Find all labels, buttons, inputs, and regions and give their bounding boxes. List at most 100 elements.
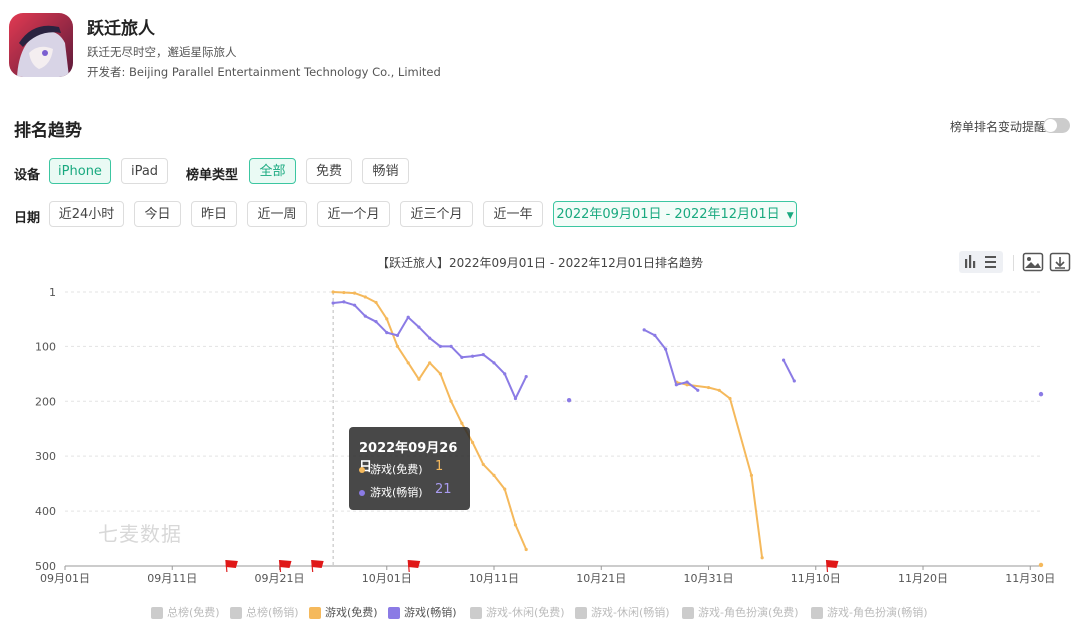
caret-down-icon: ▼	[786, 211, 794, 221]
device-label: 设备	[14, 168, 41, 183]
event-flag	[825, 559, 839, 573]
legend-item[interactable]: 游戏(免费)	[309, 604, 378, 620]
legend-label: 游戏(免费)	[325, 606, 378, 619]
tooltip-series-name: 游戏(畅销)	[370, 486, 423, 499]
legend-item[interactable]: 总榜(畅销)	[230, 604, 299, 620]
data-point	[696, 388, 700, 392]
data-point	[363, 314, 367, 318]
data-point	[417, 377, 421, 381]
data-point	[492, 473, 496, 477]
data-point	[342, 290, 346, 295]
data-point	[331, 301, 335, 305]
chart-type-all-button[interactable]: 全部	[249, 158, 296, 184]
chart-title: 【跃迁旅人】2022年09月01日 - 2022年12月01日排名趋势	[376, 256, 704, 270]
device-iphone-button[interactable]: iPhone	[49, 158, 111, 184]
data-point	[470, 354, 475, 358]
data-point	[352, 291, 357, 295]
legend-swatch	[151, 607, 163, 619]
x-tick-label: 10月21日	[576, 572, 626, 585]
x-tick-label: 11月20日	[898, 572, 948, 585]
date-month-button[interactable]: 近一个月	[317, 201, 390, 227]
data-point	[492, 361, 496, 365]
data-point	[760, 556, 764, 560]
data-point	[503, 487, 507, 491]
chart-type-label: 榜单类型	[186, 168, 239, 183]
app-icon	[9, 13, 73, 77]
flag-icon	[826, 560, 839, 568]
device-ipad-button[interactable]: iPad	[121, 158, 168, 184]
x-tick-label: 11月10日	[791, 572, 841, 585]
legend-item[interactable]: 总榜(免费)	[151, 604, 220, 620]
data-point	[438, 372, 442, 376]
chart-tooltip: 2022年09月26日 游戏(免费) 1 游戏(畅销) 21	[349, 427, 470, 510]
legend-item[interactable]: 游戏(畅销)	[388, 604, 457, 620]
tooltip-row-free: 游戏(免费)	[359, 461, 423, 477]
date-3month-button[interactable]: 近三个月	[400, 201, 473, 227]
data-point	[460, 355, 464, 359]
legend-label: 游戏-角色扮演(免费)	[698, 606, 799, 619]
x-tick-label: 09月01日	[40, 572, 90, 585]
date-week-button[interactable]: 近一周	[247, 201, 307, 227]
flag-icon	[408, 560, 421, 568]
data-point	[352, 303, 357, 307]
legend-item[interactable]: 游戏-休闲(畅销)	[575, 604, 670, 620]
data-point	[374, 300, 378, 305]
y-tick-label: 400	[35, 505, 56, 518]
data-point	[395, 333, 400, 337]
data-point	[331, 290, 335, 294]
y-tick-label: 300	[35, 450, 56, 463]
date-today-button[interactable]: 今日	[134, 201, 181, 227]
event-flag	[311, 559, 324, 573]
date-range-picker[interactable]: 2022年09月01日 - 2022年12月01日 ▼	[553, 201, 797, 227]
legend-item[interactable]: 游戏-角色扮演(免费)	[682, 604, 799, 620]
data-point	[524, 374, 528, 379]
legend-item[interactable]: 游戏-角色扮演(畅销)	[811, 604, 928, 620]
legend-swatch	[682, 607, 694, 619]
flag-icon	[311, 560, 324, 568]
legend-swatch	[309, 607, 321, 619]
data-point	[792, 379, 796, 383]
bar-chart-icon[interactable]	[965, 255, 976, 268]
rank-alert-toggle[interactable]	[1043, 118, 1070, 133]
data-point	[417, 325, 421, 329]
tooltip-value-grossing: 21	[435, 482, 452, 497]
legend-item[interactable]: 游戏-休闲(免费)	[470, 604, 565, 620]
x-tick-label: 09月21日	[255, 572, 305, 585]
chart-type-grossing-button[interactable]: 畅销	[362, 158, 409, 184]
tooltip-value-free: 1	[435, 459, 444, 474]
series-line	[643, 329, 699, 392]
data-point	[449, 344, 453, 348]
app-name: 跃迁旅人	[87, 19, 155, 39]
legend-swatch	[470, 607, 482, 619]
legend-label: 总榜(免费)	[167, 606, 220, 619]
data-point	[674, 383, 678, 387]
data-point	[566, 397, 572, 403]
data-point	[406, 315, 410, 319]
date-year-button[interactable]: 近一年	[483, 201, 543, 227]
date-yesterday-button[interactable]: 昨日	[191, 201, 237, 227]
data-point	[685, 380, 689, 384]
tooltip-dot	[359, 467, 365, 473]
legend-swatch	[811, 607, 823, 619]
legend-swatch	[575, 607, 587, 619]
data-point	[460, 421, 464, 425]
section-title: 排名趋势	[14, 121, 82, 141]
chart-type-free-button[interactable]: 免费	[306, 158, 352, 184]
tooltip-dot	[359, 490, 365, 496]
data-point	[706, 385, 711, 390]
date-24h-button[interactable]: 近24小时	[49, 201, 124, 227]
data-point	[438, 344, 442, 348]
flag-icon	[279, 560, 292, 568]
data-point	[449, 399, 453, 403]
app-developer: 开发者: Beijing Parallel Entertainment Tech…	[87, 65, 441, 79]
data-point	[428, 336, 432, 340]
data-point	[664, 347, 668, 351]
flag-icon	[225, 560, 238, 568]
toolbar-divider	[1013, 255, 1014, 271]
data-point	[470, 440, 475, 445]
data-point	[1038, 562, 1044, 568]
legend-swatch	[388, 607, 400, 619]
data-point	[428, 361, 432, 365]
list-icon[interactable]	[985, 256, 996, 268]
x-tick-label: 10月01日	[362, 572, 412, 585]
